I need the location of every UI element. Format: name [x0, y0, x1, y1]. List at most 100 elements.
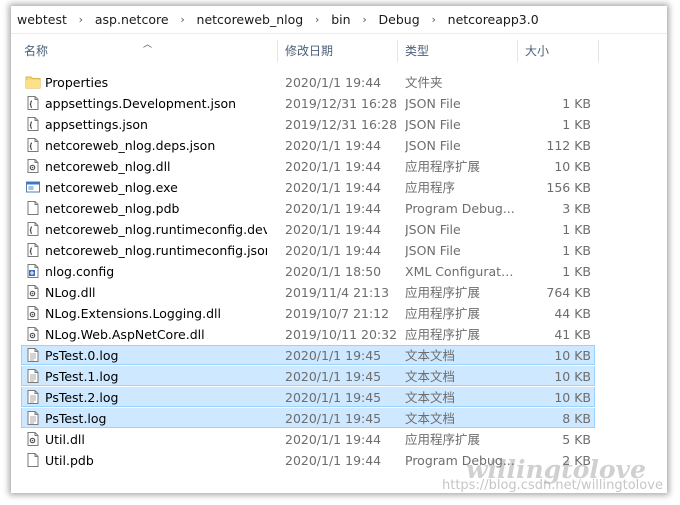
dll-file-icon: [25, 305, 41, 321]
chevron-right-icon[interactable]: ›: [351, 13, 379, 26]
json-file-icon: [25, 221, 41, 237]
file-row[interactable]: netcoreweb_nlog.pdb 2020/1/1 19:44 Program…: [11, 198, 667, 219]
file-row[interactable]: PsTest.2.log 2020/1/1 19:45 文本文档 10 KB: [11, 387, 667, 408]
breadcrumb-item[interactable]: netcoreapp3.0: [448, 12, 539, 27]
breadcrumb-item[interactable]: Debug: [379, 12, 420, 27]
file-name: netcoreweb_nlog.pdb: [45, 201, 180, 216]
file-name: PsTest.0.log: [45, 348, 119, 363]
file-list: Properties 2020/1/1 19:44 文件夹 appsettings.D…: [11, 72, 667, 471]
file-row[interactable]: PsTest.1.log 2020/1/1 19:45 文本文档 10 KB: [11, 366, 667, 387]
file-row[interactable]: appsettings.json 2019/12/31 16:28 JSON Fil…: [11, 114, 667, 135]
watermark-url: https://blog.csdn.net/willingtolove: [442, 478, 663, 493]
file-date: 2020/1/1 19:44: [285, 432, 382, 447]
file-row[interactable]: Util.dll 2020/1/1 19:44 应用程序扩展 5 KB: [11, 429, 667, 450]
text-file-icon: [25, 389, 41, 405]
json-file-icon: [25, 242, 41, 258]
file-row[interactable]: nlog.config 2020/1/1 18:50 XML Configurati…: [11, 261, 667, 282]
file-name: nlog.config: [45, 264, 115, 279]
file-row[interactable]: NLog.Extensions.Logging.dll 2019/10/7 21:…: [11, 303, 667, 324]
file-row[interactable]: netcoreweb_nlog.dll 2020/1/1 19:44 应用程序扩展 1…: [11, 156, 667, 177]
explorer-window: webtest › asp.netcore › netcoreweb_nlog › bin ›…: [11, 6, 667, 493]
file-type: 应用程序: [405, 180, 456, 195]
file-name: netcoreweb_nlog.dll: [45, 159, 171, 174]
file-row[interactable]: netcoreweb_nlog.exe 2020/1/1 19:44 应用程序 156…: [11, 177, 667, 198]
file-row[interactable]: PsTest.log 2020/1/1 19:45 文本文档 8 KB: [11, 408, 667, 429]
file-size: 1 KB: [562, 96, 591, 111]
file-size: [511, 72, 591, 93]
column-header-name[interactable]: 名称: [24, 40, 48, 62]
config-file-icon: [25, 263, 41, 279]
file-date: 2020/1/1 19:45: [285, 369, 382, 384]
file-size: 44 KB: [554, 306, 591, 321]
file-date: 2019/10/7 21:12: [285, 306, 390, 321]
file-row[interactable]: netcoreweb_nlog.runtimeconfig.dev.j... 20…: [11, 219, 667, 240]
file-size: 10 KB: [554, 159, 591, 174]
file-name: netcoreweb_nlog.runtimeconfig.dev.j...: [45, 222, 267, 237]
chevron-right-icon[interactable]: ›: [303, 13, 331, 26]
file-name: netcoreweb_nlog.deps.json: [45, 138, 216, 153]
column-divider[interactable]: [397, 40, 398, 62]
file-type: Program Debug...: [405, 201, 515, 216]
file-date: 2020/1/1 19:44: [285, 159, 382, 174]
file-type: JSON File: [405, 243, 461, 258]
column-header-size[interactable]: 大小: [525, 40, 549, 62]
file-type: JSON File: [405, 96, 461, 111]
file-name: Properties: [45, 75, 109, 90]
file-date: 2020/1/1 19:44: [285, 138, 382, 153]
file-type: 文本文档: [405, 369, 456, 384]
file-type: JSON File: [405, 117, 461, 132]
column-header-type[interactable]: 类型: [405, 40, 429, 62]
chevron-right-icon[interactable]: ›: [67, 13, 95, 26]
file-size: 764 KB: [546, 285, 591, 300]
file-date: 2019/12/31 16:28: [285, 117, 398, 132]
text-file-icon: [25, 368, 41, 384]
column-divider[interactable]: [517, 40, 518, 62]
file-row[interactable]: netcoreweb_nlog.deps.json 2020/1/1 19:44 J…: [11, 135, 667, 156]
breadcrumb-item[interactable]: asp.netcore: [95, 12, 169, 27]
file-date: 2020/1/1 18:50: [285, 264, 382, 279]
file-row[interactable]: NLog.dll 2019/11/4 21:13 应用程序扩展 764 KB: [11, 282, 667, 303]
file-row[interactable]: NLog.Web.AspNetCore.dll 2019/10/11 20:32 应…: [11, 324, 667, 345]
breadcrumb-item[interactable]: webtest: [17, 12, 67, 27]
chevron-right-icon[interactable]: ›: [169, 13, 197, 26]
file-type: 应用程序扩展: [405, 285, 481, 300]
file-date: 2020/1/1 19:44: [285, 222, 382, 237]
json-file-icon: [25, 137, 41, 153]
file-row[interactable]: netcoreweb_nlog.runtimeconfig.json 2020/1…: [11, 240, 667, 261]
chevron-right-icon[interactable]: ›: [420, 13, 448, 26]
file-type: 应用程序扩展: [405, 159, 481, 174]
dll-file-icon: [25, 326, 41, 342]
file-size: 10 KB: [554, 390, 591, 405]
breadcrumb-item[interactable]: netcoreweb_nlog: [197, 12, 304, 27]
file-name: NLog.dll: [45, 285, 96, 300]
file-type: 文本文档: [405, 390, 456, 405]
file-date: 2020/1/1 19:44: [285, 201, 382, 216]
file-type: 文本文档: [405, 411, 456, 426]
file-row[interactable]: PsTest.0.log 2020/1/1 19:45 文本文档 10 KB: [11, 345, 667, 366]
file-row[interactable]: appsettings.Development.json 2019/12/31 1…: [11, 93, 667, 114]
file-name: netcoreweb_nlog.exe: [45, 180, 178, 195]
text-file-icon: [25, 410, 41, 426]
json-file-icon: [25, 116, 41, 132]
file-name: PsTest.1.log: [45, 369, 119, 384]
file-date: 2020/1/1 19:45: [285, 411, 382, 426]
file-name: Util.pdb: [45, 453, 94, 468]
file-size: 112 KB: [546, 138, 591, 153]
file-date: 2020/1/1 19:44: [285, 75, 382, 90]
column-header-date[interactable]: 修改日期: [285, 40, 333, 62]
column-divider[interactable]: [277, 40, 278, 62]
file-date: 2019/10/11 20:32: [285, 327, 398, 342]
file-type: 文本文档: [405, 348, 456, 363]
file-date: 2019/11/4 21:13: [285, 285, 390, 300]
file-date: 2020/1/1 19:45: [285, 390, 382, 405]
file-row[interactable]: Properties 2020/1/1 19:44 文件夹: [11, 72, 667, 93]
file-name: NLog.Web.AspNetCore.dll: [45, 327, 205, 342]
breadcrumb-item[interactable]: bin: [331, 12, 350, 27]
file-name: netcoreweb_nlog.runtimeconfig.json: [45, 243, 267, 258]
column-divider[interactable]: [598, 40, 599, 62]
file-date: 2019/12/31 16:28: [285, 96, 398, 111]
file-size: 10 KB: [554, 348, 591, 363]
file-name: Util.dll: [45, 432, 85, 447]
dll-file-icon: [25, 284, 41, 300]
file-name: PsTest.log: [45, 411, 107, 426]
